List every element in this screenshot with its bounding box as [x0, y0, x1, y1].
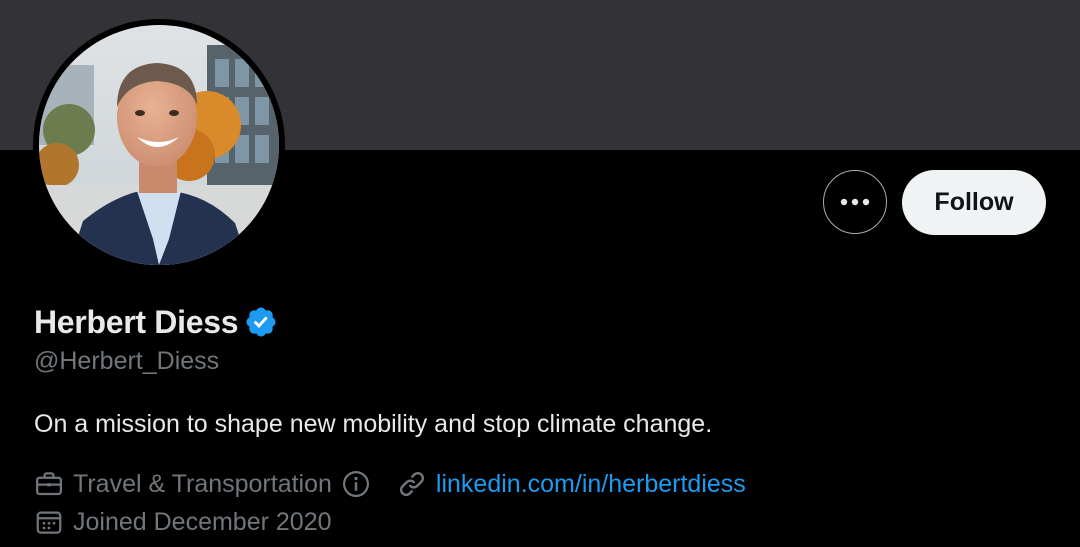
- calendar-icon: [36, 511, 62, 534]
- more-horizontal-icon: [840, 198, 870, 206]
- website-link-group: linkedin.com/in/herbertdiess: [397, 469, 746, 499]
- profile-page: Follow Herbert Diess @Herbert_Diess On a…: [0, 0, 1080, 547]
- link-icon: [399, 471, 424, 497]
- handle: @Herbert_Diess: [34, 347, 220, 375]
- avatar-photo: [39, 25, 279, 265]
- display-name: Herbert Diess: [34, 303, 239, 340]
- follow-button-label: Follow: [934, 188, 1014, 216]
- avatar[interactable]: [39, 25, 279, 265]
- joined-date: Joined December 2020: [73, 507, 332, 536]
- display-name-row: Herbert Diess: [34, 302, 278, 342]
- more-options-button[interactable]: [823, 170, 887, 234]
- avatar-ring: [33, 19, 285, 271]
- bio: On a mission to shape new mobility and s…: [34, 410, 713, 438]
- info-icon[interactable]: [341, 469, 371, 499]
- follow-button[interactable]: Follow: [902, 170, 1046, 235]
- website-link[interactable]: linkedin.com/in/herbertdiess: [436, 470, 746, 499]
- joined-row: Joined December 2020: [34, 505, 332, 539]
- profile-category: Travel & Transportation: [73, 469, 332, 498]
- briefcase-icon: [36, 472, 62, 496]
- verified-badge-icon[interactable]: [244, 305, 278, 339]
- profile-meta-row: Travel & Transportation linkedin.com/in/…: [34, 467, 746, 501]
